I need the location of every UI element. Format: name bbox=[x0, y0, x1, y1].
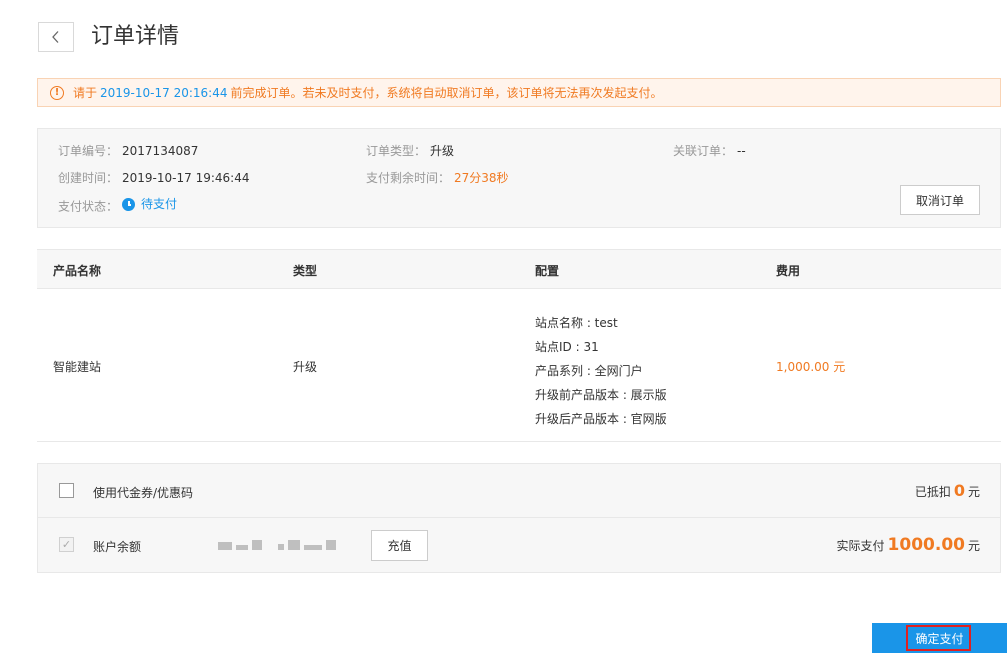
remaining-time-value: 27分38秒 bbox=[454, 171, 509, 185]
actual-payment-label: 实际支付 bbox=[836, 539, 885, 553]
related-order-value: -- bbox=[737, 144, 746, 158]
order-type-label: 订单类型： bbox=[366, 144, 427, 158]
actual-payment-value: 1000.00 bbox=[887, 535, 965, 555]
deducted-unit: 元 bbox=[967, 485, 980, 499]
deducted-value: 0 bbox=[953, 481, 965, 500]
order-number-label: 订单编号： bbox=[58, 144, 119, 158]
column-header-config: 配置 bbox=[535, 264, 560, 278]
payment-status-label: 支付状态： bbox=[58, 199, 119, 214]
table-row: 智能建站 升级 站点名称 : test 站点ID : 31 产品系列 : 全网门… bbox=[37, 289, 1001, 442]
order-info-panel: 订单编号： 2017134087 订单类型： 升级 关联订单： -- 创建时间： 201… bbox=[37, 128, 1001, 228]
payment-status-field: 支付状态： 待支付 bbox=[58, 196, 177, 215]
balance-checkbox[interactable]: ✓ bbox=[59, 537, 74, 552]
product-table: 产品名称 类型 配置 费用 智能建站 升级 站点名称 : test 站点ID :… bbox=[37, 249, 1001, 442]
config-site-id: 站点ID : 31 bbox=[535, 340, 599, 354]
coupon-row: 使用代金券/优惠码 已抵扣 0 元 bbox=[38, 464, 1000, 518]
alert-message: 前完成订单。若未及时支付，系统将自动取消订单，该订单将无法再次发起支付。 bbox=[230, 86, 663, 100]
alert-deadline: 2019-10-17 20:16:44 bbox=[100, 85, 228, 100]
config-site-name: 站点名称 : test bbox=[535, 316, 618, 330]
page-title: 订单详情 bbox=[91, 24, 180, 49]
created-time-value: 2019-10-17 19:46:44 bbox=[122, 171, 250, 185]
cancel-order-button[interactable]: 取消订单 bbox=[900, 185, 980, 215]
remaining-time-field: 支付剩余时间： 27分38秒 bbox=[366, 170, 509, 186]
chevron-left-icon bbox=[52, 31, 59, 43]
payment-panel: 使用代金券/优惠码 已抵扣 0 元 ✓ 账户余额 充值 实际支付 1000.00 元 bbox=[37, 463, 1001, 573]
order-detail-page: 订单详情 ! 请于 2019-10-17 20:16:44 前完成订单。若未及时… bbox=[0, 0, 1007, 653]
created-time-field: 创建时间： 2019-10-17 19:46:44 bbox=[58, 170, 249, 186]
order-number-field: 订单编号： 2017134087 bbox=[58, 143, 198, 159]
order-type-value: 升级 bbox=[430, 144, 455, 158]
remaining-time-label: 支付剩余时间： bbox=[366, 171, 451, 185]
masked-balance-amount bbox=[218, 538, 344, 552]
back-button[interactable] bbox=[38, 22, 74, 52]
column-header-type: 类型 bbox=[293, 264, 318, 278]
coupon-label: 使用代金券/优惠码 bbox=[93, 486, 194, 500]
alert-prefix: 请于 bbox=[73, 86, 98, 100]
confirm-payment-button[interactable]: 确定支付 bbox=[872, 623, 1007, 653]
column-header-fee: 费用 bbox=[776, 264, 801, 278]
product-fee-cell: 1,000.00 元 bbox=[776, 360, 846, 374]
coupon-checkbox[interactable] bbox=[59, 483, 74, 498]
related-order-label: 关联订单： bbox=[673, 144, 734, 158]
config-product-series: 产品系列 : 全网门户 bbox=[535, 364, 643, 378]
product-name-cell: 智能建站 bbox=[53, 360, 102, 374]
deducted-summary: 已抵扣 0 元 bbox=[915, 481, 980, 500]
deducted-label: 已抵扣 bbox=[914, 485, 951, 499]
column-header-name: 产品名称 bbox=[53, 264, 102, 278]
payment-status-value: 待支付 bbox=[141, 197, 178, 211]
exclamation-circle-icon: ! bbox=[50, 85, 64, 100]
created-time-label: 创建时间： bbox=[58, 171, 119, 185]
product-type-cell: 升级 bbox=[293, 360, 318, 374]
order-type-field: 订单类型： 升级 bbox=[366, 143, 454, 159]
related-order-field: 关联订单： -- bbox=[673, 143, 746, 159]
page-header: 订单详情 bbox=[38, 21, 179, 53]
actual-payment-unit: 元 bbox=[967, 539, 980, 553]
recharge-button[interactable]: 充值 bbox=[371, 530, 428, 561]
order-number-value: 2017134087 bbox=[122, 144, 199, 158]
balance-row: ✓ 账户余额 充值 实际支付 1000.00 元 bbox=[38, 518, 1000, 572]
product-config-cell: 站点名称 : test 站点ID : 31 产品系列 : 全网门户 升级前产品版… bbox=[535, 311, 667, 431]
clock-icon bbox=[122, 197, 136, 211]
config-version-after: 升级后产品版本 : 官网版 bbox=[535, 412, 667, 426]
actual-payment-summary: 实际支付 1000.00 元 bbox=[837, 535, 980, 555]
payment-deadline-alert: ! 请于 2019-10-17 20:16:44 前完成订单。若未及时支付，系统… bbox=[37, 78, 1001, 107]
balance-label: 账户余额 bbox=[93, 540, 142, 554]
config-version-before: 升级前产品版本 : 展示版 bbox=[535, 388, 667, 402]
table-header: 产品名称 类型 配置 费用 bbox=[37, 249, 1001, 289]
